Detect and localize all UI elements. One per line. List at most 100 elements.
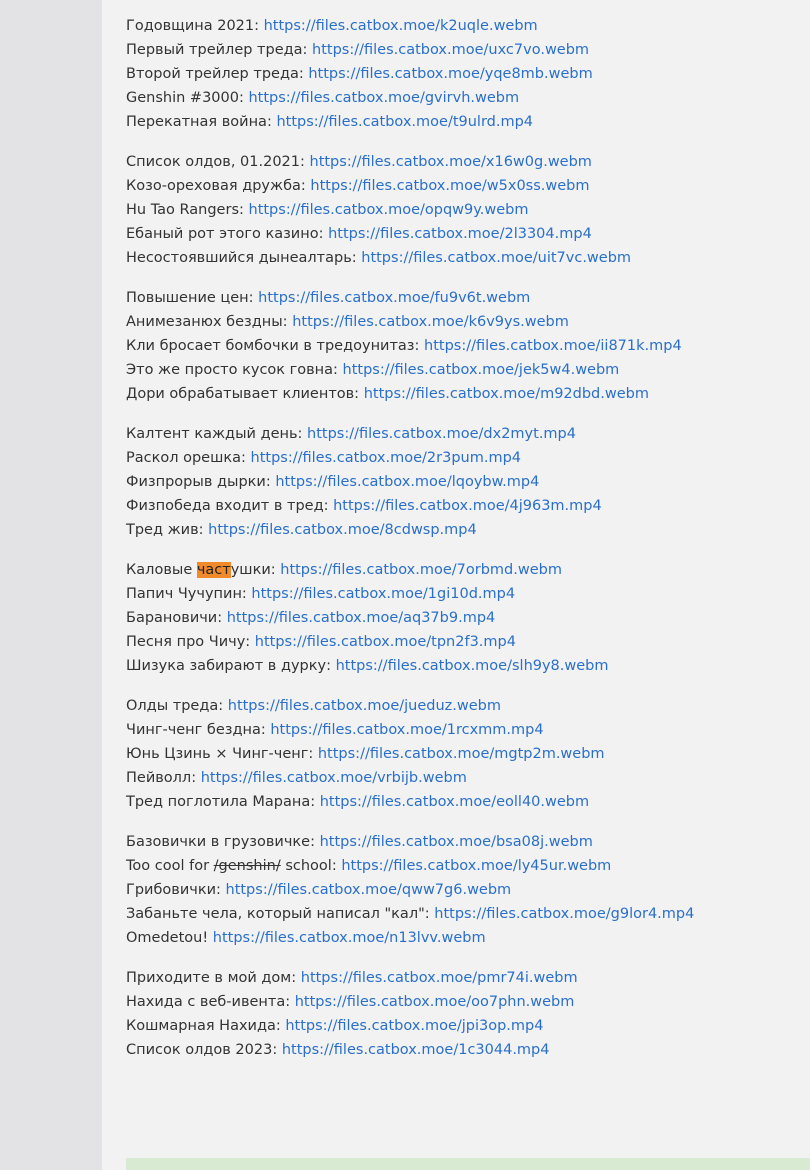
item-label: Олды треда: [126,698,228,714]
list-item: Папич Чучупин: https://files.catbox.moe/… [126,582,806,606]
list-item: Несостоявшийся дынеалтарь: https://files… [126,246,806,270]
item-label: Несостоявшийся дынеалтарь: [126,250,362,266]
list-item: Hu Tao Rangers: https://files.catbox.moe… [126,198,806,222]
list-item: Барановичи: https://files.catbox.moe/aq3… [126,606,806,630]
video-link[interactable]: https://files.catbox.moe/dx2myt.mp4 [307,426,576,442]
video-link[interactable]: https://files.catbox.moe/ii871k.mp4 [424,338,682,354]
video-link[interactable]: https://files.catbox.moe/2r3pum.mp4 [251,450,521,466]
video-link[interactable]: https://files.catbox.moe/tpn2f3.mp4 [255,634,516,650]
video-link[interactable]: https://files.catbox.moe/lqoybw.mp4 [275,474,539,490]
video-link[interactable]: https://files.catbox.moe/eoll40.webm [320,794,589,810]
list-item: Чинг-ченг бездна: https://files.catbox.m… [126,718,806,742]
video-link[interactable]: https://files.catbox.moe/opqw9y.webm [249,202,529,218]
video-link[interactable]: https://files.catbox.moe/aq37b9.mp4 [227,610,496,626]
list-item: Это же просто кусок говна: https://files… [126,358,806,382]
item-label: Genshin #3000: [126,90,249,106]
link-group: Базовички в грузовичке: https://files.ca… [126,830,806,950]
video-link[interactable]: https://files.catbox.moe/w5x0ss.webm [310,178,589,194]
list-item: Повышение цен: https://files.catbox.moe/… [126,286,806,310]
list-item: Пейволл: https://files.catbox.moe/vrbijb… [126,766,806,790]
video-link[interactable]: https://files.catbox.moe/1gi10d.mp4 [251,586,515,602]
video-link[interactable]: https://files.catbox.moe/m92dbd.webm [364,386,649,402]
list-item: Genshin #3000: https://files.catbox.moe/… [126,86,806,110]
video-link[interactable]: https://files.catbox.moe/7orbmd.webm [280,562,562,578]
item-label-suffix: ушки: [230,562,281,578]
item-label: Физпрорыв дырки: [126,474,276,490]
list-item: Каловые частушки: https://files.catbox.m… [126,558,806,582]
list-item: Omedetou! https://files.catbox.moe/n13lv… [126,926,806,950]
item-label: Ебаный рот этого казино: [126,226,329,242]
item-label: Перекатная война: [126,114,277,130]
item-label: Пейволл: [126,770,201,786]
item-label: Тред жив: [126,522,209,538]
item-label: Юнь Цзинь × Чинг-ченг: [126,746,318,762]
item-label: Калтент каждый день: [126,426,308,442]
video-link[interactable]: https://files.catbox.moe/uxc7vo.webm [312,42,589,58]
video-link[interactable]: https://files.catbox.moe/gvirvh.webm [248,90,519,106]
video-link[interactable]: https://files.catbox.moe/pmr74i.webm [301,970,578,986]
item-label-suffix: school: [280,858,342,874]
strikethrough-text: /genshin/ [213,858,281,874]
list-item: Анимезанюх бездны: https://files.catbox.… [126,310,806,334]
list-item: Юнь Цзинь × Чинг-ченг: https://files.cat… [126,742,806,766]
video-link[interactable]: https://files.catbox.moe/mgtp2m.webm [318,746,605,762]
video-link[interactable]: https://files.catbox.moe/8cdwsp.mp4 [208,522,477,538]
list-item: Грибовички: https://files.catbox.moe/qww… [126,878,806,902]
video-link[interactable]: https://files.catbox.moe/uit7vc.webm [361,250,631,266]
video-link[interactable]: https://files.catbox.moe/1rcxmm.mp4 [270,722,543,738]
link-group: Олды треда: https://files.catbox.moe/jue… [126,694,806,814]
list-item: Физпобеда входит в тред: https://files.c… [126,494,806,518]
list-item: Ебаный рот этого казино: https://files.c… [126,222,806,246]
video-link[interactable]: https://files.catbox.moe/g9lor4.mp4 [434,906,694,922]
video-link[interactable]: https://files.catbox.moe/k6v9ys.webm [292,314,569,330]
item-label: Годовщина 2021: [126,18,264,34]
item-label: Omedetou! [126,930,213,946]
video-link[interactable]: https://files.catbox.moe/k2uqle.webm [264,18,538,34]
list-item: Список олдов 2023: https://files.catbox.… [126,1038,806,1062]
item-label: Козо-ореховая дружба: [126,178,311,194]
video-link[interactable]: https://files.catbox.moe/x16w0g.webm [310,154,592,170]
item-label: Приходите в мой дом: [126,970,301,986]
list-item: Первый трейлер треда: https://files.catb… [126,38,806,62]
list-item: Нахида с веб-ивента: https://files.catbo… [126,990,806,1014]
item-label: Второй трейлер треда: [126,66,309,82]
item-label: Hu Tao Rangers: [126,202,249,218]
video-link[interactable]: https://files.catbox.moe/4j963m.mp4 [333,498,602,514]
link-group: Каловые частушки: https://files.catbox.m… [126,558,806,678]
video-link[interactable]: https://files.catbox.moe/yqe8mb.webm [308,66,592,82]
list-item: Олды треда: https://files.catbox.moe/jue… [126,694,806,718]
next-post-bar [126,1158,810,1170]
video-link[interactable]: https://files.catbox.moe/slh9y8.webm [336,658,609,674]
video-link[interactable]: https://files.catbox.moe/qww7g6.webm [226,882,512,898]
video-link[interactable]: https://files.catbox.moe/ly45ur.webm [341,858,611,874]
link-list: Годовщина 2021: https://files.catbox.moe… [126,14,806,1078]
item-label: Каловые [126,562,197,578]
item-label: Грибовички: [126,882,226,898]
video-link[interactable]: https://files.catbox.moe/2l3304.mp4 [328,226,592,242]
item-label: Кошмарная Нахида: [126,1018,286,1034]
video-link[interactable]: https://files.catbox.moe/jpi3op.mp4 [285,1018,543,1034]
search-highlight: част [196,562,231,578]
list-item: Песня про Чичу: https://files.catbox.moe… [126,630,806,654]
list-item: Тред поглотила Марана: https://files.cat… [126,790,806,814]
video-link[interactable]: https://files.catbox.moe/t9ulrd.mp4 [276,114,533,130]
video-link[interactable]: https://files.catbox.moe/jueduz.webm [228,698,501,714]
item-label: Это же просто кусок говна: [126,362,343,378]
video-link[interactable]: https://files.catbox.moe/oo7phn.webm [295,994,575,1010]
video-link[interactable]: https://files.catbox.moe/fu9v6t.webm [258,290,530,306]
item-label: Дори обрабатывает клиентов: [126,386,364,402]
video-link[interactable]: https://files.catbox.moe/n13lvv.webm [213,930,486,946]
link-group: Повышение цен: https://files.catbox.moe/… [126,286,806,406]
item-label: Too cool for [126,858,214,874]
video-link[interactable]: https://files.catbox.moe/1c3044.mp4 [282,1042,550,1058]
list-item: Кли бросает бомбочки в тредоунитаз: http… [126,334,806,358]
list-item: Тред жив: https://files.catbox.moe/8cdws… [126,518,806,542]
video-link[interactable]: https://files.catbox.moe/vrbijb.webm [201,770,467,786]
link-group: Калтент каждый день: https://files.catbo… [126,422,806,542]
item-label: Список олдов 2023: [126,1042,282,1058]
list-item: Базовички в грузовичке: https://files.ca… [126,830,806,854]
list-item: Годовщина 2021: https://files.catbox.moe… [126,14,806,38]
video-link[interactable]: https://files.catbox.moe/bsa08j.webm [320,834,593,850]
item-label: Барановичи: [126,610,227,626]
video-link[interactable]: https://files.catbox.moe/jek5w4.webm [343,362,620,378]
